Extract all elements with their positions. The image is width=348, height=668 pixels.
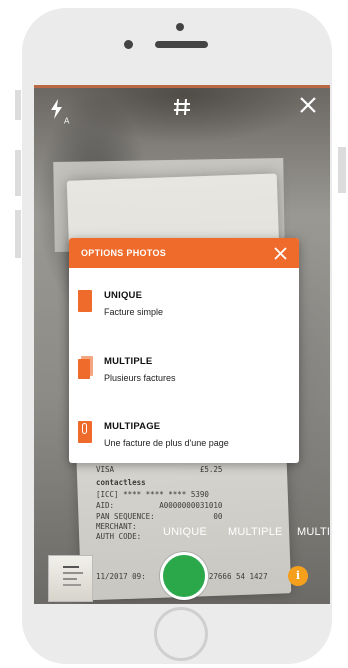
status-line <box>34 85 330 88</box>
receipt-line: contactless <box>96 478 146 487</box>
grid-icon[interactable] <box>172 97 192 121</box>
stapled-pages-icon <box>78 421 92 443</box>
option-label: MULTIPAGE <box>104 421 161 432</box>
option-label: MULTIPLE <box>104 356 153 367</box>
close-camera-button[interactable] <box>299 95 317 119</box>
close-icon <box>274 247 287 260</box>
lightning-icon <box>51 99 62 119</box>
option-description: Plusieurs factures <box>104 373 176 383</box>
home-button[interactable] <box>154 607 208 661</box>
flash-mode-label: A <box>64 116 70 126</box>
front-sensor <box>176 23 184 31</box>
volume-up-button <box>15 150 21 196</box>
mode-unique[interactable]: UNIQUE <box>163 526 207 538</box>
receipt-line: VISA £5.25 <box>96 465 223 474</box>
power-button <box>338 147 346 193</box>
option-multiple[interactable]: MULTIPLE Plusieurs factures <box>78 356 176 383</box>
receipt-line: PAN SEQUENCE: 00 <box>96 512 223 521</box>
dialog-title: OPTIONS PHOTOS <box>81 248 167 258</box>
dialog-header: OPTIONS PHOTOS <box>69 238 299 268</box>
receipt-line: [ICC] **** **** **** 5390 <box>96 490 209 499</box>
capture-mode-selector: UNIQUE MULTIPLE MULTI <box>0 526 348 542</box>
close-icon <box>300 97 316 113</box>
option-multipage[interactable]: MULTIPAGE Une facture de plus d'une page <box>78 421 229 448</box>
last-photo-thumbnail[interactable] <box>48 555 93 602</box>
mute-switch <box>15 90 21 120</box>
shutter-button[interactable] <box>160 552 208 600</box>
front-camera <box>124 40 133 49</box>
option-description: Une facture de plus d'une page <box>104 438 229 448</box>
receipt-line: AID: A0000000031010 <box>96 501 223 510</box>
hashtag-icon <box>174 98 190 116</box>
mode-multipage[interactable]: MULTI <box>297 526 330 538</box>
mode-multiple[interactable]: MULTIPLE <box>228 526 283 538</box>
earpiece-speaker <box>155 41 208 48</box>
dialog-close-button[interactable] <box>274 242 287 264</box>
option-description: Facture simple <box>104 307 164 317</box>
multiple-pages-icon <box>78 356 93 379</box>
volume-down-button <box>15 210 21 258</box>
option-label: UNIQUE <box>104 290 143 301</box>
photo-options-dialog: OPTIONS PHOTOS UNIQUE Facture simple MUL… <box>69 238 299 463</box>
flash-auto-icon[interactable]: A <box>50 99 69 126</box>
info-button[interactable]: i <box>288 566 308 586</box>
option-unique[interactable]: UNIQUE Facture simple <box>78 290 163 317</box>
single-page-icon <box>78 290 92 312</box>
